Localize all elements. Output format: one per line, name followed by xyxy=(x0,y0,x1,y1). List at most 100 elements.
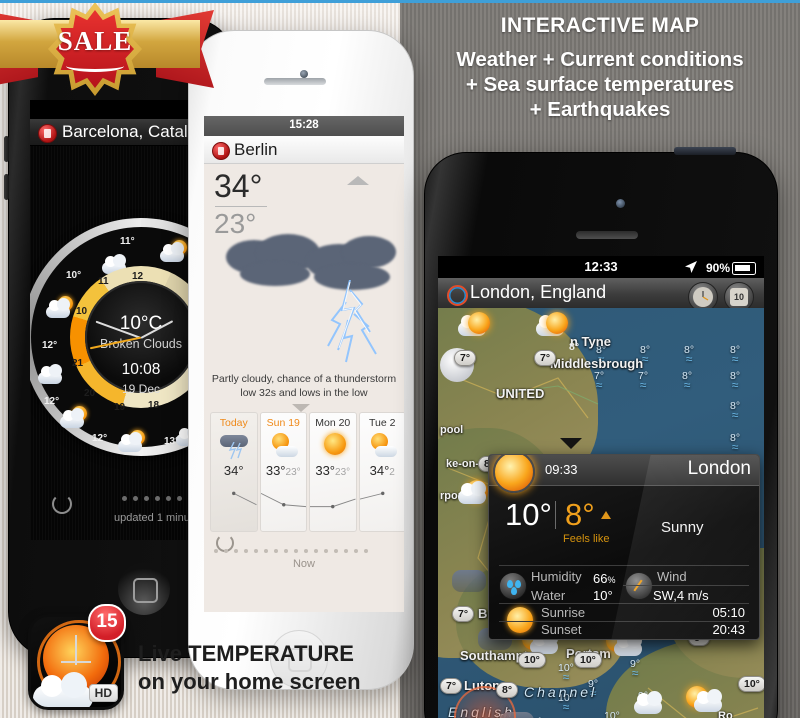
humidity-icon xyxy=(499,572,527,600)
app-store-screenshot: 13:08 Barcelona, Catalonia 11° 13° 10° 1… xyxy=(0,0,800,718)
forecast-card[interactable]: Today 34° xyxy=(210,412,258,532)
forecast-strip[interactable]: Today 34° Sun 19 33°23° Mon 20 33°23° Tu… xyxy=(210,412,404,532)
volume-down-button[interactable] xyxy=(4,174,9,200)
collapse-arrow-icon[interactable] xyxy=(347,176,369,185)
sunset-label: Sunset xyxy=(541,622,582,637)
sun-cloud-icon xyxy=(369,433,399,457)
land-temp[interactable]: 7° xyxy=(440,678,463,694)
hourly-temp: 10° xyxy=(66,270,82,281)
top-accent-line xyxy=(0,0,800,3)
right-headline-title: INTERACTIVE MAP xyxy=(500,14,700,37)
subtitle-line-3: + Earthquakes xyxy=(529,98,671,121)
trend-line xyxy=(232,491,257,506)
storm-icon xyxy=(220,433,250,460)
mid-status-bar: 15:28 xyxy=(204,116,404,136)
popup-condition: Sunny xyxy=(661,519,704,536)
sale-badge: SALE xyxy=(0,2,214,102)
phone-right-screen[interactable]: 12:33 90% London, England 10 8° ≈ 8° ≈ 8… xyxy=(438,256,764,718)
trend-line xyxy=(260,492,306,508)
earthquake-marker-icon xyxy=(447,285,468,306)
trend-line xyxy=(359,491,384,500)
location-arrow-icon xyxy=(685,261,697,273)
forecast-day: Sun 19 xyxy=(266,417,300,429)
mid-forecast-description: Partly cloudy, chance of a thunderstorm … xyxy=(204,372,404,400)
desc-line-1: Partly cloudy, chance of a thunderstorm xyxy=(211,373,397,385)
forecast-temps: 33°23° xyxy=(310,463,356,478)
wind-label: Wind xyxy=(657,569,687,584)
land-temp[interactable]: 7° xyxy=(534,350,557,366)
location-pin-icon xyxy=(38,124,57,143)
power-button[interactable] xyxy=(674,147,736,155)
lightning-bolt-icon xyxy=(327,280,377,363)
humidity-label: Humidity xyxy=(531,569,582,584)
clock-hour-hand xyxy=(61,661,91,663)
timeline-dots[interactable] xyxy=(214,540,374,558)
forecast-day: Tue 2 xyxy=(369,417,396,429)
map-place-label: ke-on- xyxy=(446,458,479,470)
wind-value: SW,4 m/s xyxy=(653,588,709,603)
sun-cloud-icon xyxy=(58,406,88,428)
map-place-label: UNITED xyxy=(496,386,545,401)
forecast-high: 34° xyxy=(223,463,244,478)
land-temp[interactable]: 10° xyxy=(738,676,764,692)
land-temp[interactable]: 8° xyxy=(496,682,519,698)
land-temp[interactable]: 10° xyxy=(574,652,602,668)
water-value: 10° xyxy=(593,588,613,603)
volume-up-button[interactable] xyxy=(4,136,9,162)
cloud-icon xyxy=(634,691,662,714)
humidity-unit: % xyxy=(607,575,616,585)
location-pin-icon xyxy=(212,142,230,160)
humidity-value: 66% xyxy=(593,571,615,586)
sun-icon xyxy=(493,455,535,493)
forecast-day: Mon 20 xyxy=(315,417,351,429)
forecast-temps: 33°23° xyxy=(261,463,307,478)
sea-temp: 8° xyxy=(684,344,694,366)
forecast-pointer-icon xyxy=(292,404,310,412)
forecast-low: 23° xyxy=(335,467,351,478)
dial-hour-mark: 21 xyxy=(72,358,84,369)
popup-city: London xyxy=(687,458,751,479)
sunrise-value: 05:10 xyxy=(712,605,745,620)
map-place-label: Middlesbrough xyxy=(550,356,644,371)
sun-icon xyxy=(468,312,490,334)
temp-divider xyxy=(215,206,267,207)
land-temp[interactable]: 10° xyxy=(518,652,546,668)
sun-cloud-icon xyxy=(158,240,188,262)
dial-hour-mark: 11 xyxy=(98,276,109,287)
map-place-label: pool xyxy=(440,424,464,436)
battery-percent: 90% xyxy=(705,261,730,275)
phone-mid-screen[interactable]: 15:28 Berlin 34° 23° Partly cloudy, chan… xyxy=(204,116,404,612)
sea-temp: 8° xyxy=(682,370,692,392)
forecast-card[interactable]: Sun 19 33°23° xyxy=(259,412,307,532)
location-detail-popup[interactable]: 09:33 London 10° 8° Feels like Sunny Hum… xyxy=(488,454,760,640)
sea-temp: 10° xyxy=(558,662,574,684)
popup-feels-like-temp: 8° xyxy=(565,497,595,532)
bottom-caption: Live TEMPERATURE on your home screen xyxy=(138,640,361,696)
sunset-value: 20:43 xyxy=(712,622,745,637)
popup-divider xyxy=(499,565,749,566)
battery-icon xyxy=(732,262,756,275)
land-temp[interactable]: 7° xyxy=(454,350,477,366)
dial-hour-mark: 18 xyxy=(148,400,160,411)
hourly-temp: 11° xyxy=(120,236,135,247)
rain-cloud-icon xyxy=(452,570,486,592)
humidity-number: 66 xyxy=(593,571,608,586)
home-button[interactable] xyxy=(118,563,170,615)
earpiece-speaker xyxy=(264,78,326,85)
sun-cloud-icon xyxy=(270,433,300,457)
sea-temp: 8° xyxy=(730,344,740,366)
forecast-low: 2 xyxy=(389,467,395,478)
forecast-card[interactable]: Mon 20 33°23° xyxy=(309,412,357,532)
sun-icon xyxy=(546,312,568,334)
badge-swoosh-decoration xyxy=(66,60,124,72)
popup-feels-like-label: Feels like xyxy=(563,533,610,545)
mid-status-time: 15:28 xyxy=(289,119,319,131)
forecast-high: 33° xyxy=(315,463,336,478)
land-temp[interactable]: 7° xyxy=(452,606,475,622)
popup-time: 09:33 xyxy=(545,462,578,477)
popup-pointer xyxy=(560,438,582,449)
sea-temp: 10° xyxy=(604,710,620,718)
forecast-card[interactable]: Tue 2 34°2 xyxy=(358,412,404,532)
refresh-icon[interactable] xyxy=(52,494,72,514)
mid-high-temp: 34° xyxy=(214,168,263,204)
